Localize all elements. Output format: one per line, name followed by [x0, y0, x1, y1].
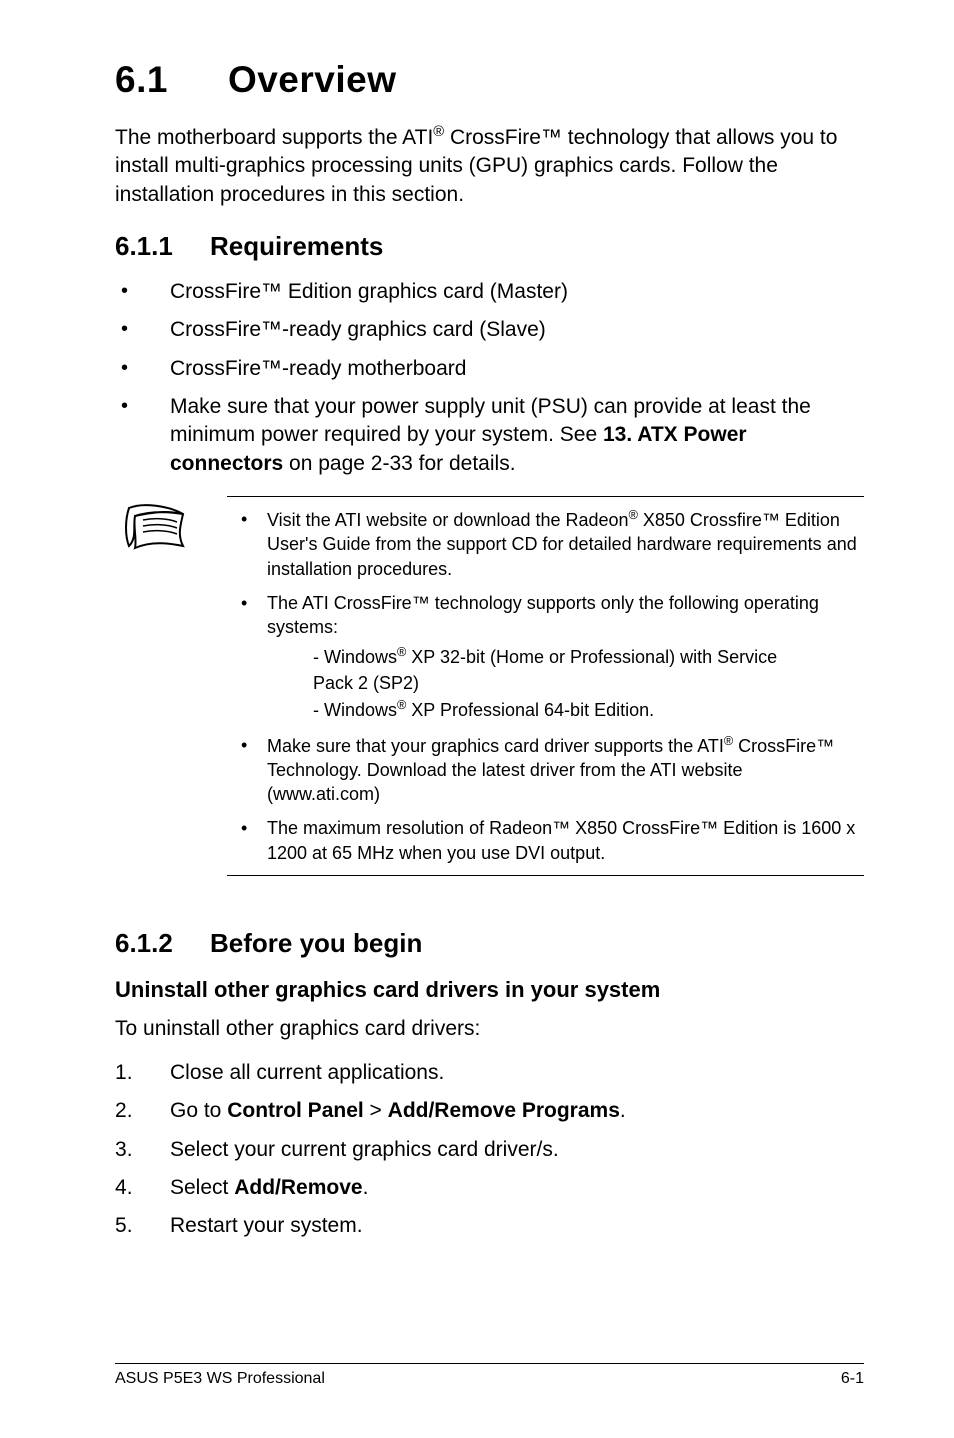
text: CrossFire™ Edition graphics card (Master…	[170, 280, 568, 303]
footer-left: ASUS P5E3 WS Professional	[115, 1368, 325, 1390]
steps-list: Close all current applications. Go to Co…	[115, 1059, 864, 1241]
bold-text: Add/Remove	[234, 1176, 362, 1199]
text: Pack 2 (SP2)	[313, 673, 419, 693]
note-item: The maximum resolution of Radeon™ X850 C…	[227, 816, 858, 865]
page: 6.1 Overview The motherboard supports the…	[0, 0, 954, 1438]
sub-item: - Windows® XP Professional 64-bit Editio…	[313, 697, 858, 722]
text: Make sure that your graphics card driver…	[267, 736, 724, 756]
paragraph: To uninstall other graphics card drivers…	[115, 1015, 864, 1043]
requirements-list: CrossFire™ Edition graphics card (Master…	[115, 278, 864, 478]
note-content: Visit the ATI website or download the Ra…	[227, 496, 864, 876]
subsection-heading: 6.1.1Requirements	[115, 229, 864, 264]
text: - Windows	[313, 647, 397, 667]
page-footer: ASUS P5E3 WS Professional 6-1	[115, 1363, 864, 1390]
list-item: CrossFire™ Edition graphics card (Master…	[115, 278, 864, 306]
section-heading: 6.1 Overview	[115, 55, 864, 105]
text: >	[364, 1099, 388, 1122]
note-box: Visit the ATI website or download the Ra…	[115, 496, 864, 876]
text: - Windows	[313, 700, 397, 720]
sub-heading: Uninstall other graphics card drivers in…	[115, 975, 864, 1005]
text: on page 2-33 for details.	[283, 452, 515, 475]
list-item: Make sure that your power supply unit (P…	[115, 393, 864, 478]
text: Restart your system.	[170, 1214, 363, 1237]
text: Select your current graphics card driver…	[170, 1138, 559, 1161]
sub-list: - Windows® XP 32-bit (Home or Profession…	[313, 644, 858, 723]
note-icon	[123, 504, 187, 550]
heading-number: 6.1	[115, 59, 168, 100]
list-item: CrossFire™-ready graphics card (Slave)	[115, 316, 864, 344]
bold-text: Control Panel	[227, 1099, 364, 1122]
text: CrossFire™-ready motherboard	[170, 357, 466, 380]
subsection-number: 6.1.1	[115, 229, 210, 264]
text: Visit the ATI website or download the Ra…	[267, 510, 629, 530]
registered-symbol: ®	[433, 124, 444, 140]
list-item: CrossFire™-ready motherboard	[115, 355, 864, 383]
sub-item: - Windows® XP 32-bit (Home or Profession…	[313, 644, 858, 669]
subsection-number: 6.1.2	[115, 926, 210, 961]
text: The motherboard supports the ATI	[115, 126, 433, 149]
text: Select	[170, 1176, 234, 1199]
registered-symbol: ®	[724, 734, 733, 748]
text: The ATI CrossFire™ technology supports o…	[267, 593, 819, 637]
registered-symbol: ®	[397, 698, 406, 712]
list-item: Close all current applications.	[115, 1059, 864, 1087]
registered-symbol: ®	[397, 645, 406, 659]
subsection-title: Before you begin	[210, 928, 422, 958]
text: .	[620, 1099, 626, 1122]
subsection-title: Requirements	[210, 231, 383, 261]
list-item: Restart your system.	[115, 1212, 864, 1240]
bold-text: Add/Remove Programs	[388, 1099, 620, 1122]
text: CrossFire™-ready graphics card (Slave)	[170, 318, 546, 341]
intro-paragraph: The motherboard supports the ATI® CrossF…	[115, 123, 864, 209]
note-item: Visit the ATI website or download the Ra…	[227, 507, 858, 581]
subsection-heading: 6.1.2Before you begin	[115, 926, 864, 961]
text: XP Professional 64-bit Edition.	[406, 700, 654, 720]
list-item: Select your current graphics card driver…	[115, 1136, 864, 1164]
text: XP 32-bit (Home or Professional) with Se…	[406, 647, 777, 667]
text: The maximum resolution of Radeon™ X850 C…	[267, 818, 855, 862]
note-item: Make sure that your graphics card driver…	[227, 733, 858, 807]
note-item: The ATI CrossFire™ technology supports o…	[227, 591, 858, 722]
list-item: Select Add/Remove.	[115, 1174, 864, 1202]
list-item: Go to Control Panel > Add/Remove Program…	[115, 1097, 864, 1125]
heading-title: Overview	[228, 59, 397, 100]
footer-right: 6-1	[841, 1368, 864, 1390]
registered-symbol: ®	[629, 508, 638, 522]
sub-item-cont: Pack 2 (SP2)	[313, 671, 858, 695]
text: .	[363, 1176, 369, 1199]
text: Close all current applications.	[170, 1061, 444, 1084]
text: Go to	[170, 1099, 227, 1122]
